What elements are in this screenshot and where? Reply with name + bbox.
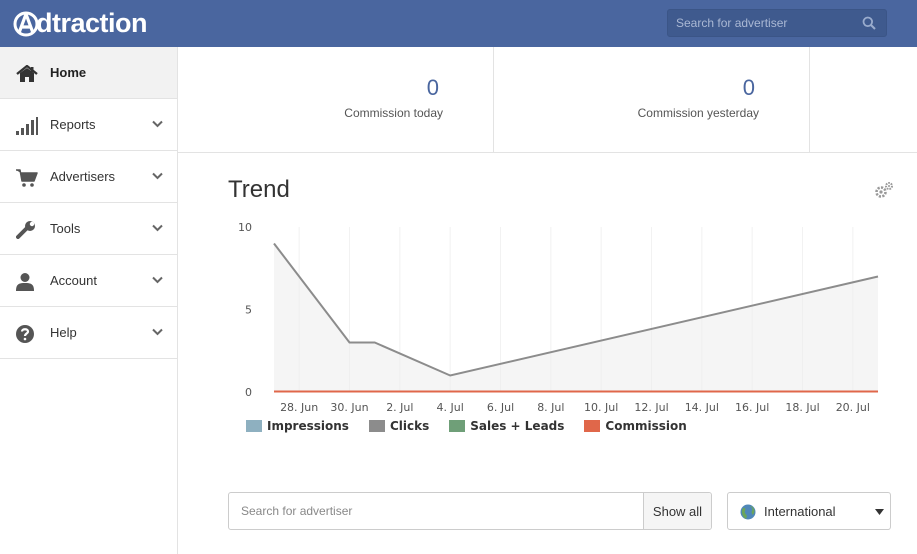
stat-label: Commission yesterday xyxy=(637,106,759,120)
legend-item-clicks[interactable]: Clicks xyxy=(368,419,430,433)
x-tick-label: 4. Jul xyxy=(437,401,464,414)
header-search-input[interactable] xyxy=(668,10,848,36)
sidebar-item-home[interactable]: Home xyxy=(0,47,177,99)
gear-icon[interactable] xyxy=(874,181,894,199)
sidebar-item-label: Advertisers xyxy=(50,169,116,184)
sidebar-item-label: Reports xyxy=(50,117,96,132)
chevron-down-icon xyxy=(152,120,163,128)
caret-down-icon xyxy=(875,509,884,515)
x-tick-label: 10. Jul xyxy=(584,401,618,414)
stat-label: Commission today xyxy=(344,106,443,120)
x-tick-label: 20. Jul xyxy=(836,401,870,414)
trend-title: Trend xyxy=(228,176,290,203)
sidebar-item-reports[interactable]: Reports xyxy=(0,99,177,151)
logo[interactable]: dtraction xyxy=(12,6,148,40)
stat-value: 0 xyxy=(742,75,755,100)
sidebar: Home Reports Advertisers Tools Account H… xyxy=(0,47,178,554)
x-tick-label: 12. Jul xyxy=(634,401,668,414)
x-tick-label: 8. Jul xyxy=(537,401,564,414)
legend-item-commission[interactable]: Commission xyxy=(584,419,687,433)
sidebar-item-tools[interactable]: Tools xyxy=(0,203,177,255)
question-icon xyxy=(16,325,34,343)
user-icon xyxy=(16,273,34,291)
stats-row: 0 Commission today 0 Commission yesterda… xyxy=(178,47,917,153)
legend-item-sales-leads[interactable]: Sales + Leads xyxy=(449,419,564,433)
cart-icon xyxy=(16,169,38,187)
sidebar-item-account[interactable]: Account xyxy=(0,255,177,307)
advertiser-search-input[interactable] xyxy=(229,493,644,529)
y-tick-label: 5 xyxy=(245,304,252,317)
legend-swatch xyxy=(449,420,466,432)
bar-signal-icon xyxy=(16,117,38,135)
legend-swatch xyxy=(368,420,385,432)
clicks-area xyxy=(274,243,878,392)
x-tick-label: 30. Jun xyxy=(330,401,368,414)
legend-label: Clicks xyxy=(389,419,430,433)
home-icon xyxy=(16,65,38,82)
stat-commission-today: 0 Commission today xyxy=(178,47,494,153)
region-select[interactable]: International xyxy=(727,492,891,530)
x-tick-label: 14. Jul xyxy=(685,401,719,414)
legend-label: Impressions xyxy=(267,419,349,433)
x-tick-label: 6. Jul xyxy=(487,401,514,414)
sidebar-item-help[interactable]: Help xyxy=(0,307,177,359)
chevron-down-icon xyxy=(152,276,163,284)
chevron-down-icon xyxy=(152,328,163,336)
wrench-icon xyxy=(16,221,35,239)
search-icon[interactable] xyxy=(862,16,876,30)
stat-commission-yesterday: 0 Commission yesterday xyxy=(494,47,810,153)
trend-chart: 10 5 0 28. Jun 30. Jun 2. Jul 4. Jul 6. Jul 8. … xyxy=(238,221,879,414)
legend-label: Commission xyxy=(605,419,687,433)
legend-item-impressions[interactable]: Impressions xyxy=(246,419,349,433)
legend-swatch xyxy=(584,420,601,432)
sidebar-item-label: Help xyxy=(50,325,77,340)
show-all-button[interactable]: Show all xyxy=(643,493,711,529)
x-tick-label: 16. Jul xyxy=(735,401,769,414)
legend-swatch xyxy=(246,420,262,432)
chart-legend: Impressions Clicks Sales + Leads Commiss… xyxy=(246,418,707,434)
chevron-down-icon xyxy=(152,172,163,180)
legend-label: Sales + Leads xyxy=(470,419,565,433)
stat-value: 0 xyxy=(426,75,439,100)
x-tick-label: 18. Jul xyxy=(785,401,819,414)
y-tick-label: 0 xyxy=(245,386,252,399)
logo-text: dtraction xyxy=(36,7,148,38)
y-tick-label: 10 xyxy=(238,221,252,234)
sidebar-item-label: Account xyxy=(50,273,97,288)
top-bar: dtraction xyxy=(0,0,917,47)
globe-icon xyxy=(740,504,756,520)
header-search xyxy=(667,9,887,37)
x-tick-label: 2. Jul xyxy=(386,401,413,414)
sidebar-item-label: Home xyxy=(50,65,87,80)
sidebar-item-advertisers[interactable]: Advertisers xyxy=(0,151,177,203)
sidebar-item-label: Tools xyxy=(50,221,81,236)
x-tick-label: 28. Jun xyxy=(280,401,318,414)
region-label: International xyxy=(764,504,836,519)
logo-a-icon xyxy=(13,11,39,37)
chevron-down-icon xyxy=(152,224,163,232)
advertiser-search: Show all xyxy=(228,492,712,530)
